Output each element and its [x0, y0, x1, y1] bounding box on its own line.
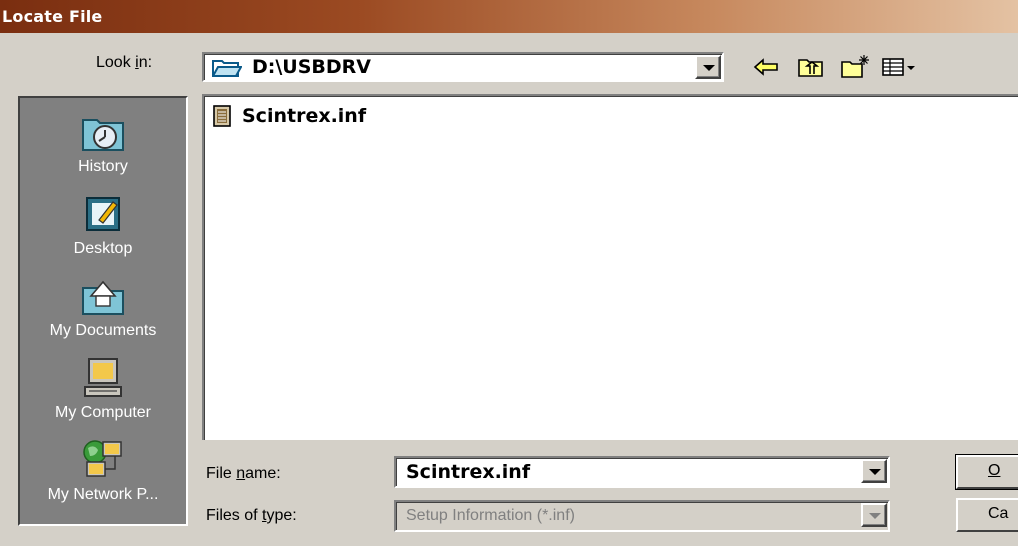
file-type-value: Setup Information (*.inf)	[406, 507, 575, 524]
file-type-dropdown-button	[861, 503, 887, 527]
history-icon	[82, 119, 124, 151]
look-in-combo[interactable]: D:\USBDRV	[202, 52, 724, 82]
desktop-icon	[86, 197, 120, 231]
cancel-button[interactable]: Ca	[956, 498, 1018, 532]
look-in-dropdown-button[interactable]	[695, 55, 721, 79]
view-menu-icon[interactable]	[880, 52, 918, 82]
places-bar: History Desktop My Documents My Computer	[18, 96, 188, 526]
open-folder-icon	[211, 58, 243, 82]
file-type-combo: Setup Information (*.inf)	[394, 500, 890, 532]
open-button[interactable]: O	[955, 454, 1018, 490]
look-in-value: D:\USBDRV	[252, 56, 372, 78]
my-computer-icon	[84, 358, 122, 397]
file-list[interactable]: Scintrex.inf	[202, 94, 1018, 440]
list-item[interactable]: Scintrex.inf	[212, 104, 366, 128]
place-desktop[interactable]: Desktop	[20, 192, 186, 258]
up-folder-icon[interactable]	[796, 52, 826, 82]
title-bar: Locate File	[0, 0, 1018, 33]
file-name-label: File name:	[206, 465, 281, 482]
window-title: Locate File	[2, 7, 103, 26]
place-my-documents[interactable]: My Documents	[20, 274, 186, 340]
place-my-network-places[interactable]: My Network P...	[20, 438, 186, 504]
new-folder-icon[interactable]	[840, 52, 870, 82]
my-documents-icon	[82, 280, 124, 315]
file-name-dropdown-button[interactable]	[861, 459, 887, 483]
look-in-label: Look in:	[96, 54, 153, 71]
place-my-computer[interactable]: My Computer	[20, 356, 186, 422]
file-name-value[interactable]: Scintrex.inf	[406, 461, 530, 483]
place-history[interactable]: History	[20, 110, 186, 176]
my-network-places-icon	[83, 440, 122, 477]
back-icon[interactable]	[752, 52, 782, 82]
file-name: Scintrex.inf	[242, 105, 367, 127]
inf-file-icon	[213, 105, 231, 127]
file-type-label: Files of type:	[206, 507, 297, 524]
file-name-combo[interactable]: Scintrex.inf	[394, 456, 890, 488]
